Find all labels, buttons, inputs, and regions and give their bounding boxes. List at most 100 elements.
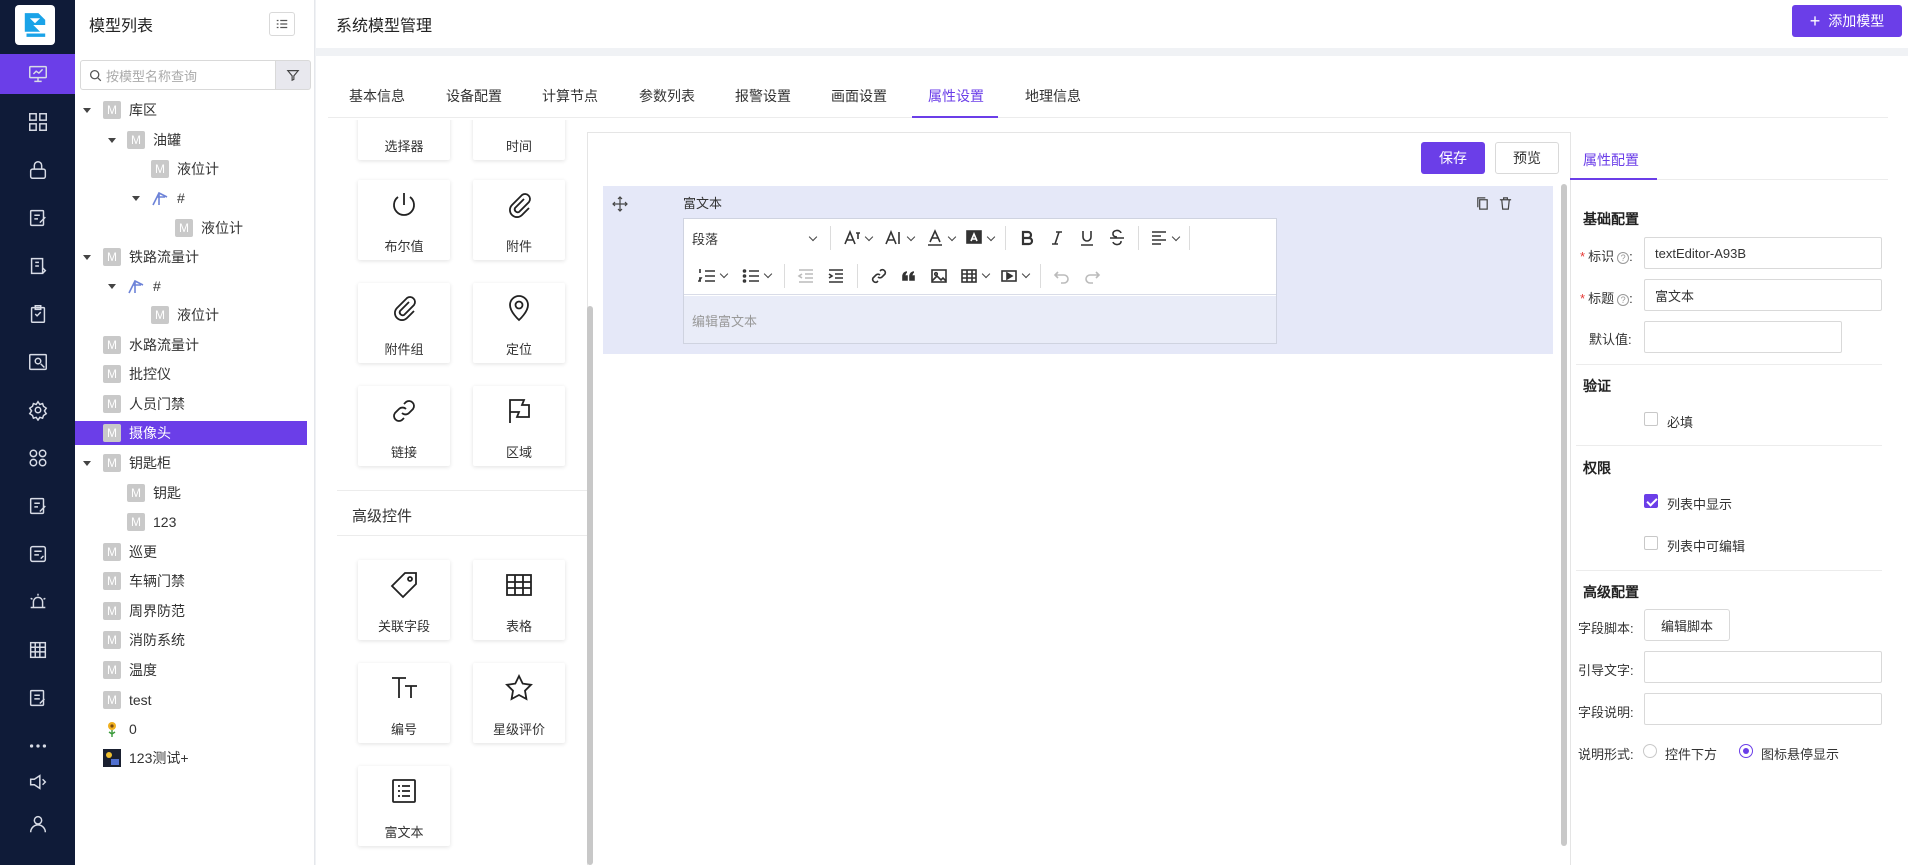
help-icon[interactable]: ? — [1617, 293, 1630, 306]
tree-node-youguan[interactable]: M 油罐 — [75, 128, 315, 152]
tab-geo-info[interactable]: 地理信息 — [1025, 86, 1081, 106]
bullet-list-button[interactable] — [734, 264, 778, 288]
preview-button[interactable]: 预览 — [1495, 142, 1559, 174]
copy-icon[interactable] — [1475, 196, 1490, 214]
insert-link-button[interactable] — [864, 264, 894, 288]
outdent-button[interactable] — [791, 264, 821, 288]
ordered-list-button[interactable] — [690, 264, 734, 288]
font-size-button[interactable] — [837, 226, 877, 250]
undo-button[interactable] — [1047, 264, 1077, 288]
tree-node-railway-meter[interactable]: M 铁路流量计 — [75, 245, 315, 269]
mode-below-radio[interactable] — [1643, 744, 1657, 758]
tab-alarm-settings[interactable]: 报警设置 — [735, 86, 791, 106]
guide-text-input[interactable] — [1644, 651, 1882, 683]
book-icon[interactable] — [0, 246, 75, 286]
tree-node-zero[interactable]: 0 — [75, 717, 315, 741]
tree-node-hash[interactable]: # — [75, 274, 315, 298]
tree-node-patrol[interactable]: M 巡更 — [75, 540, 315, 564]
id-input[interactable]: textEditor-A93B — [1644, 237, 1882, 269]
tree-node-yeweiji[interactable]: M 液位计 — [75, 216, 315, 240]
tab-compute-nodes[interactable]: 计算节点 — [542, 86, 598, 106]
clipboard-icon[interactable] — [0, 294, 75, 334]
note-icon[interactable] — [0, 534, 75, 574]
tree-node-fire-system[interactable]: M 消防系统 — [75, 628, 315, 652]
tree-node-key[interactable]: M 钥匙 — [75, 481, 315, 505]
default-value-input[interactable] — [1644, 321, 1842, 353]
speaker-icon[interactable] — [0, 762, 75, 802]
strikethrough-button[interactable] — [1102, 226, 1132, 250]
component-rich-text[interactable]: 富文本 — [358, 766, 450, 846]
filter-button[interactable] — [275, 60, 311, 90]
tree-node-personnel-gate[interactable]: M 人员门禁 — [75, 392, 315, 416]
more-icon[interactable] — [0, 726, 75, 766]
tree-node-kuqu[interactable]: M 库区 — [75, 98, 315, 122]
italic-button[interactable] — [1042, 226, 1072, 250]
caret-down-icon[interactable] — [132, 196, 140, 201]
tree-node-yeweiji[interactable]: M 液位计 — [75, 157, 315, 181]
tree-node-camera[interactable]: M 摄像头 — [75, 421, 307, 445]
caret-down-icon[interactable] — [83, 108, 91, 113]
tab-attribute-settings[interactable]: 属性设置 — [928, 86, 984, 106]
component-selector[interactable]: 选择器 — [358, 120, 450, 160]
tab-basic-info[interactable]: 基本信息 — [349, 86, 405, 106]
component-table[interactable]: 表格 — [473, 560, 565, 640]
lock-icon[interactable] — [0, 150, 75, 190]
underline-button[interactable] — [1072, 226, 1102, 250]
bold-button[interactable] — [1012, 226, 1042, 250]
delete-icon[interactable] — [1498, 196, 1513, 214]
component-boolean[interactable]: 布尔值 — [358, 180, 450, 260]
editor-content-area[interactable]: 编辑富文本 — [684, 296, 1276, 343]
title-input[interactable]: 富文本 — [1644, 279, 1882, 311]
tab-property-config[interactable]: 属性配置 — [1583, 150, 1639, 170]
canvas-scrollbar[interactable] — [1561, 184, 1567, 846]
tree-node-temperature[interactable]: M 温度 — [75, 658, 315, 682]
palette-scrollbar[interactable] — [587, 306, 593, 865]
editable-in-list-checkbox[interactable] — [1644, 536, 1658, 550]
component-time[interactable]: 时间 — [473, 120, 565, 160]
field-desc-input[interactable] — [1644, 693, 1882, 725]
form-icon[interactable] — [0, 486, 75, 526]
caret-down-icon[interactable] — [83, 461, 91, 466]
save-button[interactable]: 保存 — [1421, 142, 1485, 174]
tree-node-test[interactable]: M test — [75, 688, 315, 712]
user-icon[interactable] — [0, 804, 75, 844]
tree-search-input[interactable]: 按模型名称查询 — [80, 60, 276, 90]
tree-node-123-test[interactable]: 123测试+ — [75, 746, 315, 770]
align-button[interactable] — [1145, 226, 1183, 250]
redo-button[interactable] — [1077, 264, 1107, 288]
paragraph-select[interactable]: 段落 — [684, 226, 824, 250]
component-region[interactable]: 区域 — [473, 386, 565, 466]
quote-button[interactable] — [894, 264, 924, 288]
tab-screen-settings[interactable]: 画面设置 — [831, 86, 887, 106]
mode-hover-radio[interactable] — [1739, 744, 1753, 758]
line-height-button[interactable] — [877, 226, 921, 250]
grid-icon[interactable] — [0, 102, 75, 142]
edit-icon[interactable] — [0, 198, 75, 238]
show-in-list-checkbox[interactable] — [1644, 494, 1658, 508]
insert-image-button[interactable] — [924, 264, 954, 288]
gear-icon[interactable] — [0, 390, 75, 430]
tree-node-123[interactable]: M 123 — [75, 510, 315, 534]
apps-icon[interactable] — [0, 438, 75, 478]
tree-node-vehicle-gate[interactable]: M 车辆门禁 — [75, 569, 315, 593]
edit-script-button[interactable]: 编辑脚本 — [1644, 609, 1730, 641]
caret-down-icon[interactable] — [108, 138, 116, 143]
font-color-button[interactable] — [921, 226, 959, 250]
component-attachment-group[interactable]: 附件组 — [358, 283, 450, 363]
alarm-icon[interactable] — [0, 582, 75, 622]
tree-node-yeweiji[interactable]: M 液位计 — [75, 303, 315, 327]
insert-video-button[interactable] — [994, 264, 1034, 288]
help-icon[interactable]: ? — [1617, 251, 1630, 264]
tab-device-config[interactable]: 设备配置 — [446, 86, 502, 106]
bg-color-button[interactable] — [959, 226, 999, 250]
table-icon[interactable] — [0, 630, 75, 670]
component-star-rating[interactable]: 星级评价 — [473, 663, 565, 743]
caret-down-icon[interactable] — [83, 255, 91, 260]
drag-handle-icon[interactable] — [612, 196, 628, 215]
list-toggle-button[interactable] — [269, 12, 295, 36]
tree-node-perimeter[interactable]: M 周界防范 — [75, 599, 315, 623]
monitor-icon[interactable] — [0, 54, 75, 94]
tree-node-hash[interactable]: # — [75, 186, 315, 210]
component-location[interactable]: 定位 — [473, 283, 565, 363]
add-model-button[interactable]: + 添加模型 — [1792, 5, 1902, 37]
